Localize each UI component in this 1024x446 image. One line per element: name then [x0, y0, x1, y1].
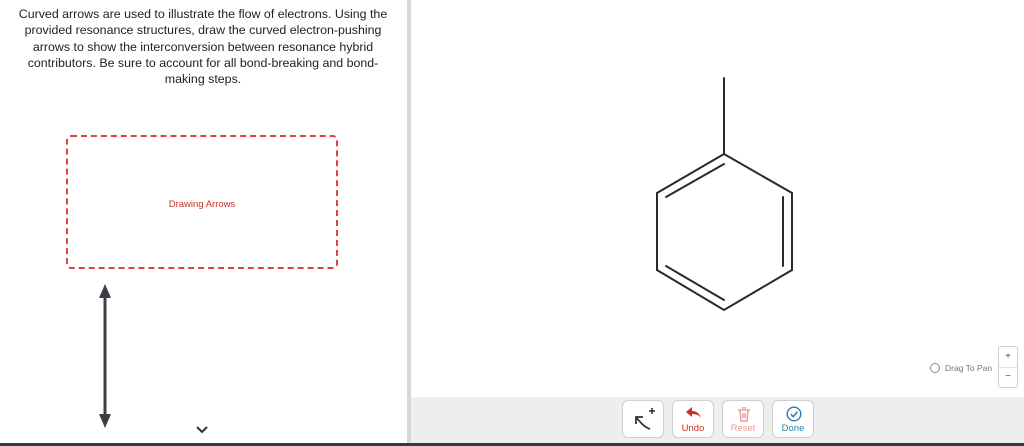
drag-to-pan-label: Drag To Pan [945, 363, 993, 373]
resonance-double-arrow-icon [99, 284, 111, 428]
hand-icon [930, 363, 940, 373]
zoom-out-button[interactable]: − [999, 367, 1017, 387]
undo-button[interactable]: Undo [672, 400, 714, 438]
done-button[interactable]: Done [772, 400, 814, 438]
curved-arrow-plus-icon [635, 408, 655, 430]
reset-button[interactable]: Reset [722, 400, 764, 438]
done-label: Done [781, 423, 805, 434]
undo-label: Undo [681, 423, 705, 434]
chevron-down-icon[interactable] [194, 424, 210, 436]
drop-zone-label: Drawing Arrows [168, 199, 236, 210]
zoom-controls: + − [998, 346, 1018, 388]
drag-to-pan-control[interactable]: Drag To Pan [930, 361, 992, 375]
check-circle-icon [786, 406, 802, 422]
instructions-text: Curved arrows are used to illustrate the… [18, 7, 388, 87]
curved-arrow-tool-button[interactable] [622, 400, 664, 438]
trash-icon [738, 407, 750, 422]
zoom-in-button[interactable]: + [999, 347, 1017, 368]
question-panel: Curved arrows are used to illustrate the… [0, 0, 407, 446]
drawing-arrows-drop-zone[interactable]: Drawing Arrows [66, 135, 338, 269]
reset-label: Reset [730, 423, 756, 434]
undo-icon [686, 407, 701, 418]
toluene-structure[interactable] [640, 72, 810, 322]
bottom-toolbar [411, 397, 1024, 446]
